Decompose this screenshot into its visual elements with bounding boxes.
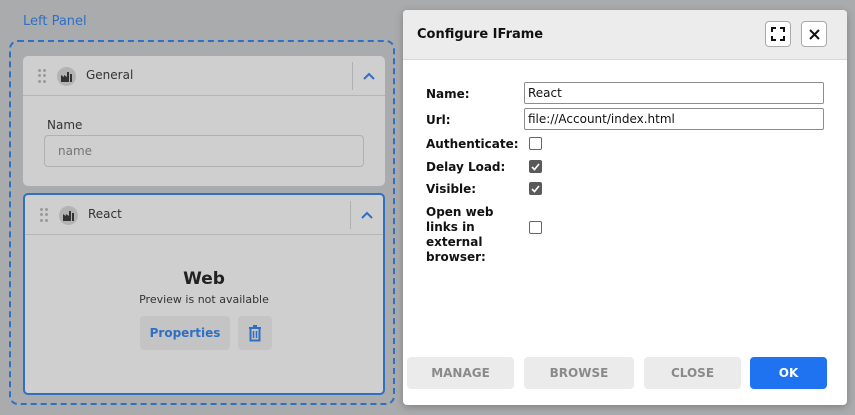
properties-button[interactable]: Properties xyxy=(140,316,230,350)
general-card-header[interactable]: General xyxy=(23,56,385,96)
configure-iframe-dialog: Configure IFrame Name: Url: Authenticate… xyxy=(403,10,847,405)
name-field[interactable] xyxy=(524,82,824,104)
left-panel-title: Left Panel xyxy=(23,14,87,29)
url-field[interactable] xyxy=(524,108,824,130)
drag-handle-icon[interactable] xyxy=(40,208,48,222)
name-field-label: Name xyxy=(47,118,83,132)
general-card: General Name xyxy=(23,56,385,186)
collapse-react-button[interactable] xyxy=(350,201,383,229)
open-links-checkbox[interactable] xyxy=(529,221,542,234)
preview-title: Web xyxy=(183,269,225,289)
expand-icon xyxy=(771,27,785,41)
react-card: React Web Preview is not available Prope… xyxy=(23,193,385,395)
dialog-close-button[interactable] xyxy=(801,21,827,47)
visible-checkbox[interactable] xyxy=(529,182,542,195)
close-icon xyxy=(808,28,820,40)
trash-icon xyxy=(249,324,261,341)
dialog-title: Configure IFrame xyxy=(417,27,544,42)
collapse-general-button[interactable] xyxy=(352,62,385,90)
react-card-header[interactable]: React xyxy=(25,195,383,235)
react-card-title: React xyxy=(88,207,122,221)
dialog-header: Configure IFrame xyxy=(403,10,847,60)
checkmark-icon xyxy=(531,184,540,193)
preview-subtitle: Preview is not available xyxy=(139,293,269,306)
factory-icon xyxy=(57,67,76,86)
browse-button[interactable]: BROWSE xyxy=(524,357,634,389)
maximize-button[interactable] xyxy=(765,21,791,47)
factory-icon xyxy=(59,206,78,225)
delete-button[interactable] xyxy=(238,316,272,350)
chevron-up-icon xyxy=(363,72,375,80)
drag-handle-icon[interactable] xyxy=(38,69,46,83)
delay-load-label: Delay Load: xyxy=(426,160,506,174)
checkmark-icon xyxy=(531,162,540,171)
close-button[interactable]: CLOSE xyxy=(644,357,741,389)
manage-button[interactable]: MANAGE xyxy=(407,357,514,389)
visible-label: Visible: xyxy=(426,182,477,196)
authenticate-label: Authenticate: xyxy=(426,137,519,151)
name-label: Name: xyxy=(426,87,470,101)
delay-load-checkbox[interactable] xyxy=(529,160,542,173)
authenticate-checkbox[interactable] xyxy=(529,137,542,150)
ok-button[interactable]: OK xyxy=(750,357,827,389)
left-panel-dropzone: General Name React Web Preview is not av… xyxy=(9,40,395,405)
general-card-title: General xyxy=(86,68,134,82)
chevron-up-icon xyxy=(361,211,373,219)
url-label: Url: xyxy=(426,113,451,127)
name-input[interactable] xyxy=(44,135,364,167)
open-links-label: Open web links in external browser: xyxy=(426,205,494,264)
